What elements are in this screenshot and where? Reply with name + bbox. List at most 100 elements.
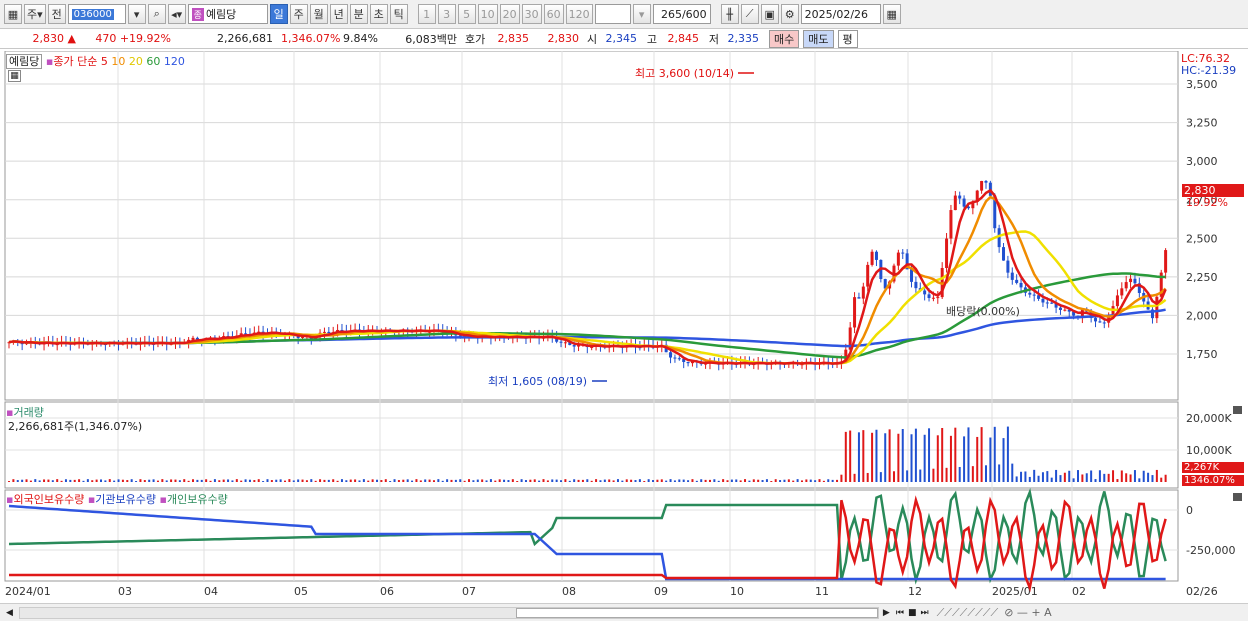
volume-bar — [51, 480, 54, 482]
interval-60[interactable]: 60 — [543, 4, 564, 24]
period-minute[interactable]: 분 — [349, 4, 368, 24]
last-icon[interactable]: ⏭ — [920, 608, 928, 618]
volume-bar — [616, 479, 619, 482]
save-icon[interactable]: ▣ — [760, 4, 779, 24]
scroll-thumb[interactable] — [515, 607, 878, 618]
volume-bar — [424, 479, 427, 482]
volume-bar — [529, 479, 532, 482]
volume-bar — [849, 430, 852, 482]
interval-1[interactable]: 1 — [417, 4, 436, 24]
volume-bar — [25, 479, 28, 482]
chart-area[interactable]: 3,500 3,250 3,000 2,750 2,500 2,250 2,000 1,750… — [0, 50, 1248, 603]
draw-tool-icon[interactable]: ⟋ — [740, 4, 759, 24]
gear-icon[interactable]: ⚙ — [780, 4, 799, 24]
stock-code-input[interactable]: 036000 — [67, 4, 126, 24]
volume-bar — [998, 464, 1001, 482]
volume-bar — [43, 479, 46, 482]
volume-bar — [1002, 438, 1005, 482]
y-tick-label: 3,500 — [1186, 78, 1218, 91]
volume-bar — [827, 479, 830, 482]
volume-bar — [993, 426, 996, 482]
interval-120[interactable]: 120 — [565, 4, 593, 24]
volume-bar — [818, 479, 821, 482]
volume-bar — [888, 429, 891, 482]
holder-y-tick: -250,000 — [1186, 544, 1235, 557]
buy-button[interactable]: 매수 — [769, 29, 800, 48]
period-year[interactable]: 년 — [329, 4, 348, 24]
volume-bar — [38, 480, 41, 482]
volume-bar — [428, 479, 431, 482]
volume-bar — [178, 480, 181, 482]
period-day[interactable]: 일 — [269, 4, 288, 24]
interval-10[interactable]: 10 — [477, 4, 498, 24]
market-select[interactable]: 주 ▾ — [24, 4, 46, 24]
scroll-right-icon[interactable]: ▶ — [883, 608, 890, 618]
volume-bar — [976, 436, 979, 482]
volume-bar — [919, 469, 922, 482]
volume-bar — [730, 479, 733, 482]
date-field[interactable]: 2025/02/26 — [800, 4, 881, 24]
x-tick-label: 02 — [1072, 585, 1086, 598]
volume-bar — [8, 481, 10, 482]
volume-bar — [1138, 478, 1141, 482]
sound-icon[interactable]: ◂▾ — [167, 4, 186, 24]
layout-icon[interactable]: ▦ — [4, 4, 22, 24]
table-icon[interactable]: ▦ — [8, 70, 21, 82]
volume-bar — [866, 472, 869, 482]
interval-3[interactable]: 3 — [437, 4, 456, 24]
volume-panel — [4, 401, 1179, 489]
sell-button[interactable]: 매도 — [803, 29, 834, 48]
volume-bar — [222, 479, 225, 482]
code-dropdown-icon[interactable]: ▾ — [127, 4, 146, 24]
volume-bar — [34, 479, 37, 482]
scroll-track[interactable] — [18, 606, 879, 619]
volume-bar — [187, 480, 190, 482]
horizontal-scrollbar[interactable]: ◀ ▶ ⏮ ■ ⏭ ⟋⟋⟋⟋⟋⟋⟋⟋ ⊘ — + A — [0, 603, 1248, 621]
interval-30[interactable]: 30 — [521, 4, 542, 24]
volume-bar — [936, 435, 939, 482]
custom-interval-input[interactable] — [594, 4, 631, 24]
x-tick-label: 08 — [562, 585, 576, 598]
low-annotation: 최저 1,605 (08/19) — [488, 375, 588, 388]
candle-body — [191, 337, 195, 340]
period-month[interactable]: 월 — [309, 4, 328, 24]
volume-bar — [573, 479, 576, 482]
draw-tools-icon[interactable]: ⟋⟋⟋⟋⟋⟋⟋⟋ — [937, 606, 999, 620]
volume-bar — [516, 481, 519, 482]
interval-20[interactable]: 20 — [499, 4, 520, 24]
period-week[interactable]: 주 — [289, 4, 308, 24]
volume-bar — [12, 479, 15, 482]
volume-bar — [748, 480, 751, 482]
interval-5[interactable]: 5 — [457, 4, 476, 24]
interval-dropdown-icon[interactable]: ▾ — [632, 4, 651, 24]
volume-bar — [507, 480, 510, 482]
volume-bar — [1068, 470, 1071, 482]
calendar-icon[interactable]: ▦ — [882, 4, 901, 24]
y-tick-label: 2,000 — [1186, 309, 1218, 322]
volume-bar — [555, 479, 558, 482]
volume-bar — [831, 479, 834, 482]
period-tick[interactable]: 틱 — [389, 4, 408, 24]
count-field[interactable]: 265/600 — [652, 4, 711, 24]
eval-button[interactable]: 평 — [837, 29, 858, 48]
stock-name-field[interactable]: 종 예림당 — [187, 4, 268, 24]
volume-bar — [1107, 473, 1110, 482]
period-second[interactable]: 초 — [369, 4, 388, 24]
volume-bar — [73, 479, 76, 482]
volume-bar — [586, 479, 589, 482]
first-icon[interactable]: ⏮ — [896, 608, 904, 618]
candle-icon[interactable]: ╫ — [720, 4, 739, 24]
volume-bar — [1129, 474, 1132, 482]
scroll-left-icon[interactable]: ◀ — [6, 608, 13, 618]
zoom-tools-icon[interactable]: ⊘ — + A — [1004, 606, 1051, 619]
volume-bar — [459, 479, 462, 482]
volume-bar — [910, 434, 913, 482]
stop-icon[interactable]: ■ — [908, 608, 917, 618]
volume-bar — [958, 466, 961, 482]
holder-legend: ▪외국인보유수량 ▪기관보유수량 ▪개인보유수량 — [6, 493, 228, 506]
volume-bar — [949, 435, 952, 482]
prev-button[interactable]: 전 — [47, 4, 66, 24]
volume-bar — [744, 479, 747, 482]
volume-bar — [901, 429, 904, 482]
search-icon[interactable]: ⌕ — [147, 4, 166, 24]
